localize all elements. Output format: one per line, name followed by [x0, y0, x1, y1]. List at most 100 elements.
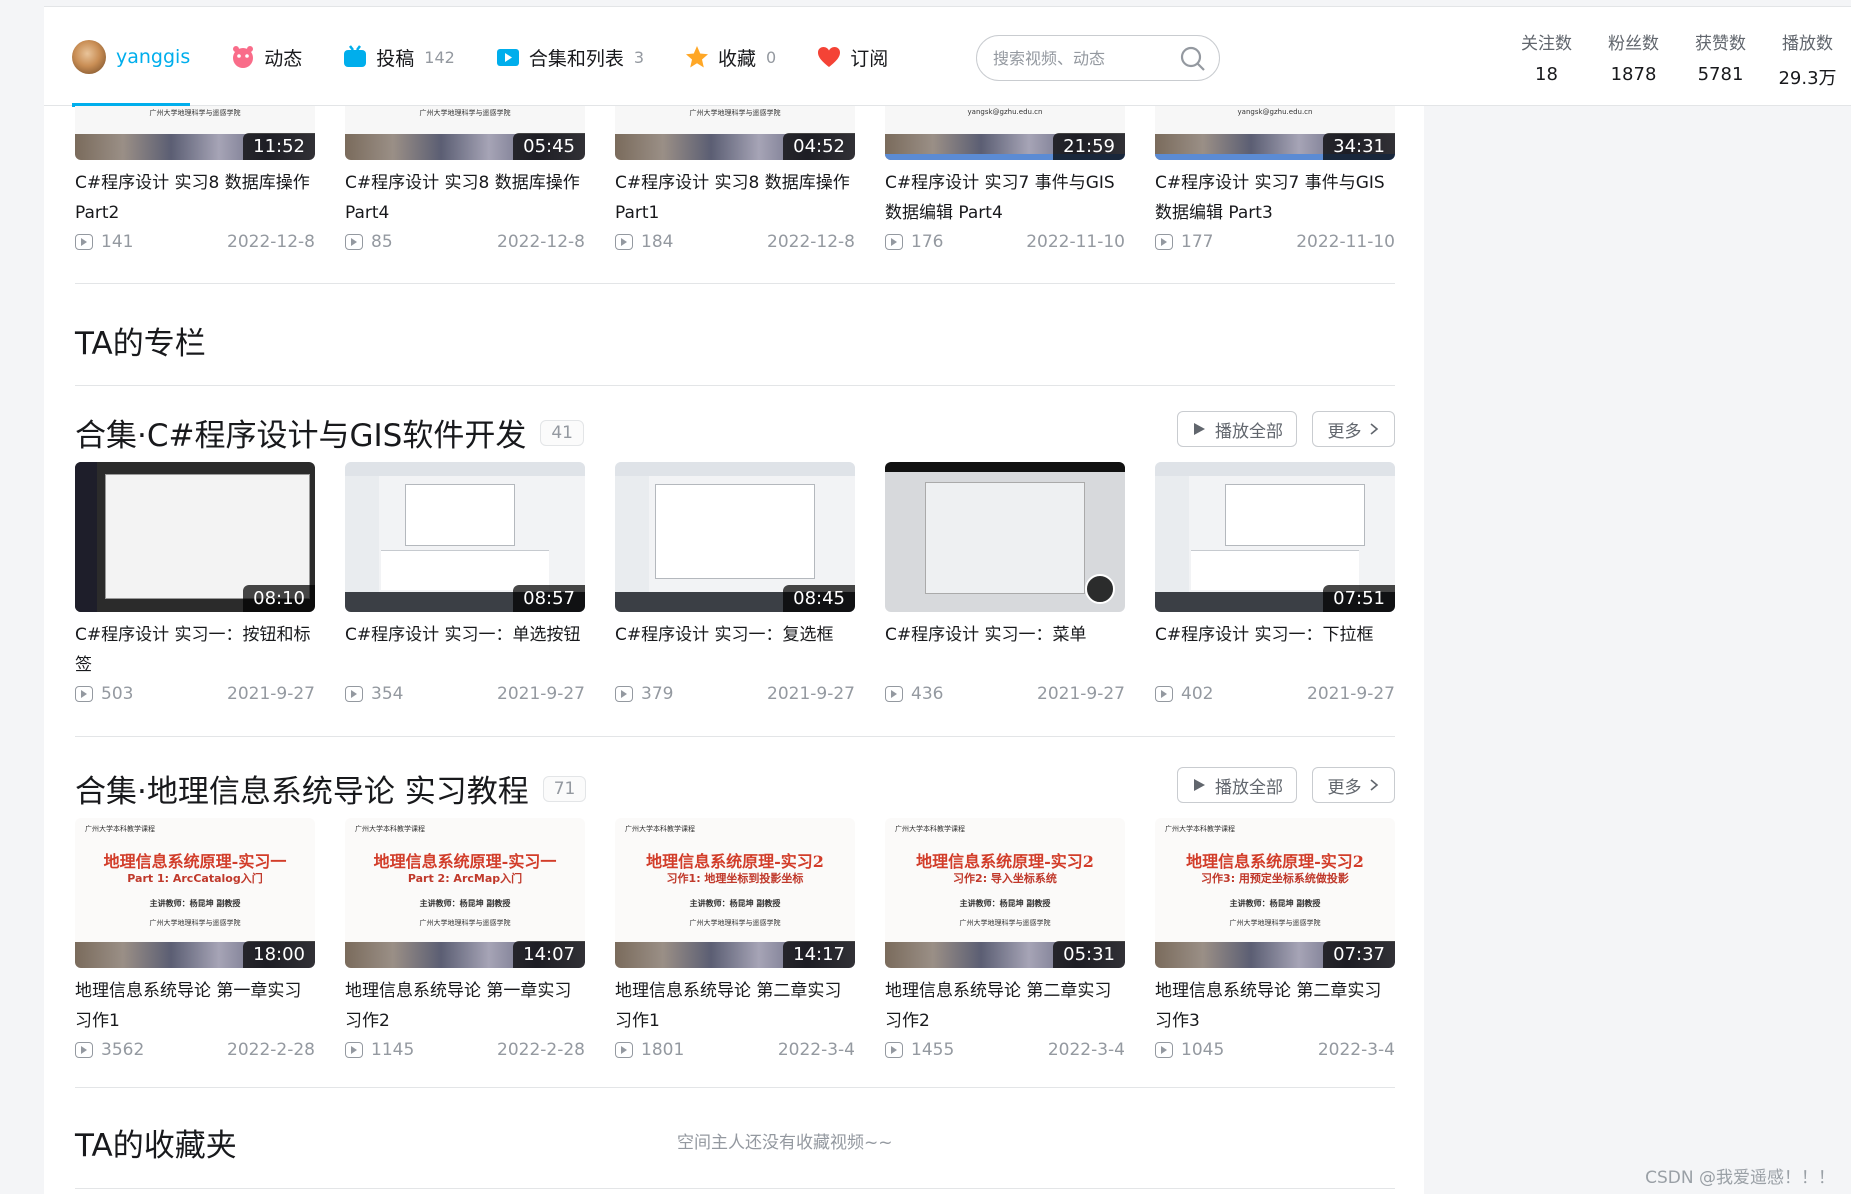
tab-subscriptions[interactable]: 订阅: [816, 7, 888, 107]
play-all-button[interactable]: 播放全部: [1177, 767, 1297, 803]
video-card[interactable]: 08:57 C#程序设计 实习一：单选按钮 354 2021-9-27: [345, 462, 585, 704]
search-input[interactable]: [993, 48, 1163, 68]
video-title[interactable]: 地理信息系统导论 第二章实习习作1: [615, 976, 855, 1036]
more-button[interactable]: 更多: [1312, 767, 1395, 803]
video-title[interactable]: C#程序设计 实习8 数据库操作 Part4: [345, 168, 585, 228]
tab-uploads[interactable]: 投稿 142: [342, 7, 455, 107]
video-thumbnail[interactable]: yangsk@gzhu.edu.cn 34:31: [1155, 106, 1395, 160]
stat-label: 关注数: [1521, 34, 1572, 54]
slide-header: 广州大学本科教学课程: [85, 825, 155, 833]
video-thumbnail[interactable]: 广州大学本科教学课程 地理信息系统原理-实习2 习作1: 地理坐标到投影坐标 主讲教师…: [615, 818, 855, 968]
slide-title: 地理信息系统原理-实习2: [646, 852, 824, 871]
video-card[interactable]: 广州大学本科教学课程 地理信息系统原理-实习2 习作1: 地理坐标到投影坐标 主讲教师…: [615, 818, 855, 1060]
video-thumbnail[interactable]: [885, 462, 1125, 612]
video-title[interactable]: 地理信息系统导论 第二章实习习作2: [885, 976, 1125, 1036]
collection-video-row: 08:10 C#程序设计 实习一：按钮和标签 503 2021-9-27 08:5…: [75, 462, 1395, 712]
playlist-icon: [496, 49, 519, 66]
video-title[interactable]: 地理信息系统导论 第一章实习习作1: [75, 976, 315, 1036]
video-thumbnail[interactable]: 07:51: [1155, 462, 1395, 612]
video-card[interactable]: 广州大学本科教学课程 地理信息系统原理-实习2 习作2: 导入坐标系统 主讲教师：杨昆…: [885, 818, 1125, 1060]
video-duration: 07:51: [1323, 585, 1395, 612]
video-meta: 436 2021-9-27: [885, 684, 1125, 704]
user-stats: 关注数 18 粉丝数 1878 获赞数 5781 播放数 29.3万: [1503, 29, 1851, 90]
video-meta: 1455 2022-3-4: [885, 1040, 1125, 1060]
video-card[interactable]: C#程序设计 实习一：菜单 436 2021-9-27: [885, 462, 1125, 704]
video-title[interactable]: C#程序设计 实习7 事件与GIS数据编辑 Part3: [1155, 168, 1395, 228]
play-count: 141: [101, 232, 134, 252]
favorites-section-title[interactable]: TA的收藏夹: [75, 1120, 237, 1165]
video-thumbnail[interactable]: 08:57: [345, 462, 585, 612]
video-meta: 177 2022-11-10: [1155, 232, 1395, 252]
video-card[interactable]: 08:10 C#程序设计 实习一：按钮和标签 503 2021-9-27: [75, 462, 315, 704]
ide-toolbar: [345, 462, 585, 476]
video-thumbnail[interactable]: 08:45: [615, 462, 855, 612]
video-title[interactable]: C#程序设计 实习一：下拉框: [1155, 620, 1395, 680]
video-title[interactable]: C#程序设计 实习8 数据库操作 Part2: [75, 168, 315, 228]
stat-label: 粉丝数: [1608, 34, 1659, 54]
video-thumbnail[interactable]: 广州大学地理科学与遥感学院 04:52: [615, 106, 855, 160]
video-card[interactable]: 广州大学地理科学与遥感学院 04:52 C#程序设计 实习8 数据库操作 Part…: [615, 106, 855, 252]
slide-teacher: 主讲教师：杨昆坤 副教授: [689, 899, 781, 908]
slide-header: 广州大学本科教学课程: [625, 825, 695, 833]
play-all-button[interactable]: 播放全部: [1177, 411, 1297, 447]
video-title[interactable]: C#程序设计 实习一：单选按钮: [345, 620, 585, 680]
video-meta: 141 2022-12-8: [75, 232, 315, 252]
video-title[interactable]: C#程序设计 实习一：复选框: [615, 620, 855, 680]
play-count-icon: [75, 234, 93, 250]
upload-date: 2021-9-27: [227, 684, 315, 704]
video-thumbnail[interactable]: 广州大学本科教学课程 地理信息系统原理-实习2 习作3: 用预定坐标系统做投影 主讲教…: [1155, 818, 1395, 968]
play-count-icon: [885, 234, 903, 250]
progress-strip: [885, 462, 1125, 472]
more-button[interactable]: 更多: [1312, 411, 1395, 447]
stat-followers[interactable]: 粉丝数 1878: [1590, 29, 1677, 90]
upload-date: 2022-12-8: [497, 232, 585, 252]
video-title[interactable]: C#程序设计 实习一：菜单: [885, 620, 1125, 680]
video-title[interactable]: C#程序设计 实习7 事件与GIS数据编辑 Part4: [885, 168, 1125, 228]
video-card[interactable]: yangsk@gzhu.edu.cn 34:31 C#程序设计 实习7 事件与GI…: [1155, 106, 1395, 252]
tab-home[interactable]: yanggis: [72, 7, 191, 107]
video-title[interactable]: C#程序设计 实习一：按钮和标签: [75, 620, 315, 680]
upload-date: 2021-9-27: [497, 684, 585, 704]
tab-favorites[interactable]: 收藏 0: [684, 7, 776, 107]
collection-title[interactable]: 合集·地理信息系统导论 实习教程 71: [75, 766, 587, 811]
video-thumbnail[interactable]: 广州大学地理科学与遥感学院 05:45: [345, 106, 585, 160]
video-meta: 402 2021-9-27: [1155, 684, 1395, 704]
play-count: 402: [1181, 684, 1214, 704]
video-title[interactable]: 地理信息系统导论 第一章实习习作2: [345, 976, 585, 1036]
video-card[interactable]: 07:51 C#程序设计 实习一：下拉框 402 2021-9-27: [1155, 462, 1395, 704]
search-icon[interactable]: [1179, 45, 1207, 73]
video-meta: 3562 2022-2-28: [75, 1040, 315, 1060]
video-card[interactable]: yangsk@gzhu.edu.cn 21:59 C#程序设计 实习7 事件与GI…: [885, 106, 1125, 252]
tab-collections[interactable]: 合集和列表 3: [495, 7, 644, 107]
search-box[interactable]: [976, 35, 1220, 81]
video-card[interactable]: 广州大学本科教学课程 地理信息系统原理-实习一 Part 1: ArcCatalog…: [75, 818, 315, 1060]
video-card[interactable]: 08:45 C#程序设计 实习一：复选框 379 2021-9-27: [615, 462, 855, 704]
video-thumbnail[interactable]: yangsk@gzhu.edu.cn 21:59: [885, 106, 1125, 160]
section-title: TA的收藏夹: [75, 1128, 237, 1164]
column-section-title[interactable]: TA的专栏: [75, 318, 206, 363]
video-title[interactable]: 地理信息系统导论 第二章实习习作3: [1155, 976, 1395, 1036]
video-thumbnail[interactable]: 广州大学本科教学课程 地理信息系统原理-实习一 Part 2: ArcMap入门 主讲…: [345, 818, 585, 968]
replay-icon[interactable]: [1085, 574, 1115, 604]
collection-title[interactable]: 合集·C#程序设计与GIS软件开发 41: [75, 410, 584, 455]
ide-toolbar: [615, 462, 855, 476]
stat-following[interactable]: 关注数 18: [1503, 29, 1590, 90]
video-duration: 07:37: [1323, 941, 1395, 968]
video-duration: 14:07: [513, 941, 585, 968]
video-thumbnail[interactable]: 08:10: [75, 462, 315, 612]
video-title[interactable]: C#程序设计 实习8 数据库操作 Part1: [615, 168, 855, 228]
video-thumbnail[interactable]: 广州大学地理科学与遥感学院 11:52: [75, 106, 315, 160]
video-card[interactable]: 广州大学地理科学与遥感学院 05:45 C#程序设计 实习8 数据库操作 Part…: [345, 106, 585, 252]
play-count-icon: [615, 234, 633, 250]
play-count: 379: [641, 684, 674, 704]
video-card[interactable]: 广州大学本科教学课程 地理信息系统原理-实习一 Part 2: ArcMap入门 主讲…: [345, 818, 585, 1060]
play-count-icon: [345, 234, 363, 250]
tab-dynamic[interactable]: 动态: [230, 7, 302, 107]
play-count-icon: [615, 1042, 633, 1058]
video-card[interactable]: 广州大学本科教学课程 地理信息系统原理-实习2 习作3: 用预定坐标系统做投影 主讲教…: [1155, 818, 1395, 1060]
play-count: 1455: [911, 1040, 955, 1060]
code-pane: [381, 550, 549, 590]
video-thumbnail[interactable]: 广州大学本科教学课程 地理信息系统原理-实习2 习作2: 导入坐标系统 主讲教师：杨昆…: [885, 818, 1125, 968]
video-thumbnail[interactable]: 广州大学本科教学课程 地理信息系统原理-实习一 Part 1: ArcCatalog…: [75, 818, 315, 968]
video-card[interactable]: 广州大学地理科学与遥感学院 11:52 C#程序设计 实习8 数据库操作 Part…: [75, 106, 315, 252]
